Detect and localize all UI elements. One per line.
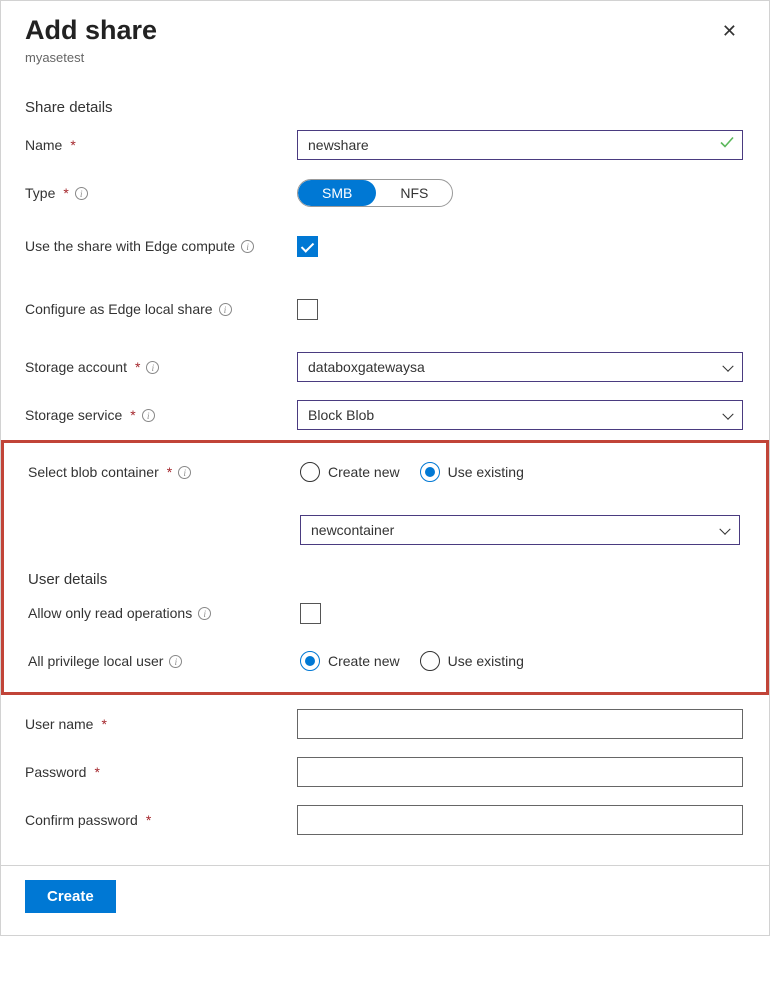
edge-compute-label: Use the share with Edge compute	[25, 238, 235, 254]
required-marker: *	[94, 764, 99, 780]
privilege-create-new-radio[interactable]	[300, 651, 320, 671]
info-icon[interactable]	[178, 466, 191, 479]
blob-container-select[interactable]: newcontainer	[300, 515, 740, 545]
type-toggle: SMB NFS	[297, 179, 453, 207]
panel-title: Add share	[25, 15, 157, 46]
required-marker: *	[135, 359, 140, 375]
edge-compute-checkbox[interactable]	[297, 236, 318, 257]
required-marker: *	[63, 185, 68, 201]
blob-create-new-label: Create new	[328, 464, 400, 480]
readonly-label: Allow only read operations	[28, 605, 192, 621]
edge-local-label: Configure as Edge local share	[25, 301, 213, 317]
storage-service-select[interactable]: Block Blob	[297, 400, 743, 430]
privilege-user-label: All privilege local user	[28, 653, 163, 669]
blob-container-label: Select blob container	[28, 464, 159, 480]
password-input[interactable]	[297, 757, 743, 787]
type-nfs-option[interactable]: NFS	[376, 180, 452, 206]
storage-service-label: Storage service	[25, 407, 122, 423]
storage-account-select[interactable]: databoxgatewaysa	[297, 352, 743, 382]
share-details-heading: Share details	[25, 99, 743, 116]
info-icon[interactable]	[75, 187, 88, 200]
info-icon[interactable]	[219, 303, 232, 316]
readonly-checkbox[interactable]	[300, 603, 321, 624]
panel-subtitle: myasetest	[25, 50, 743, 65]
required-marker: *	[146, 812, 151, 828]
confirm-password-label: Confirm password	[25, 812, 138, 828]
required-marker: *	[70, 137, 75, 153]
storage-service-value: Block Blob	[308, 407, 374, 423]
type-smb-option[interactable]: SMB	[298, 180, 376, 206]
blob-container-value: newcontainer	[311, 522, 394, 538]
valid-check-icon	[719, 135, 735, 156]
privilege-use-existing-label: Use existing	[448, 653, 524, 669]
privilege-create-new-label: Create new	[328, 653, 400, 669]
highlight-box: Select blob container * Create new Use e…	[1, 440, 769, 695]
close-icon[interactable]: ✕	[716, 15, 743, 48]
chevron-down-icon	[722, 409, 733, 420]
chevron-down-icon	[722, 361, 733, 372]
edge-local-checkbox[interactable]	[297, 299, 318, 320]
required-marker: *	[101, 716, 106, 732]
confirm-password-input[interactable]	[297, 805, 743, 835]
storage-account-label: Storage account	[25, 359, 127, 375]
required-marker: *	[130, 407, 135, 423]
privilege-use-existing-radio[interactable]	[420, 651, 440, 671]
add-share-panel: Add share ✕ myasetest Share details Name…	[0, 0, 770, 936]
username-label: User name	[25, 716, 93, 732]
create-button[interactable]: Create	[25, 880, 116, 913]
password-label: Password	[25, 764, 86, 780]
blob-create-new-radio[interactable]	[300, 462, 320, 482]
blob-use-existing-radio[interactable]	[420, 462, 440, 482]
required-marker: *	[167, 464, 172, 480]
info-icon[interactable]	[241, 240, 254, 253]
info-icon[interactable]	[142, 409, 155, 422]
storage-account-value: databoxgatewaysa	[308, 359, 425, 375]
username-input[interactable]	[297, 709, 743, 739]
footer: Create	[1, 865, 769, 935]
blob-use-existing-label: Use existing	[448, 464, 524, 480]
type-label: Type	[25, 185, 55, 201]
chevron-down-icon	[719, 524, 730, 535]
name-input[interactable]	[297, 130, 743, 160]
name-label: Name	[25, 137, 62, 153]
info-icon[interactable]	[146, 361, 159, 374]
user-details-heading: User details	[28, 571, 740, 588]
info-icon[interactable]	[169, 655, 182, 668]
info-icon[interactable]	[198, 607, 211, 620]
